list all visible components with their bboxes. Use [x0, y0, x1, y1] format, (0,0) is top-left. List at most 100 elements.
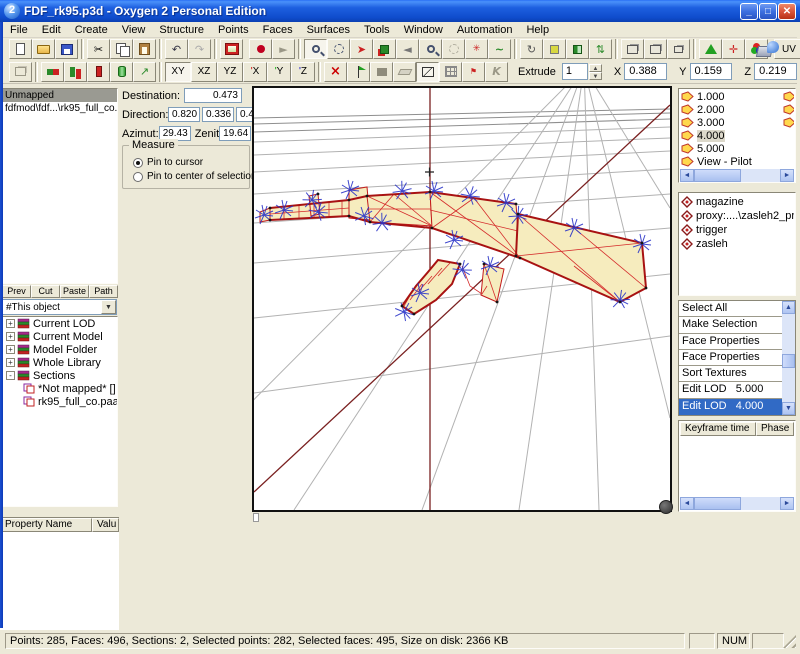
select-flat-button[interactable]: ◄	[396, 39, 419, 59]
expand-icon[interactable]: +	[6, 358, 15, 367]
scroll-right-icon[interactable]: ►	[780, 497, 794, 510]
split-halves-button[interactable]	[566, 39, 589, 59]
scroll-left-icon[interactable]: ◄	[680, 169, 694, 182]
extrude-value[interactable]: 1	[562, 63, 588, 80]
edit-lod-4-action[interactable]: Edit LOD 4.000	[679, 399, 782, 415]
menu-automation[interactable]: Automation	[450, 23, 520, 37]
paste-button[interactable]	[133, 39, 156, 59]
plane-xy-button[interactable]: XY	[165, 62, 191, 82]
tree-item-current-model[interactable]: + Current Model	[3, 330, 117, 343]
path-button[interactable]: Path	[89, 285, 118, 298]
box-scale-button[interactable]	[667, 39, 690, 59]
lod-item-3[interactable]: 3.000	[680, 116, 794, 129]
triangle-info-button[interactable]	[699, 39, 722, 59]
menu-surfaces[interactable]: Surfaces	[300, 23, 357, 37]
tree-item-sections[interactable]: - Sections	[3, 369, 117, 382]
scope-dropdown[interactable]: #This object ▼	[2, 299, 117, 315]
center-square-button[interactable]	[543, 39, 566, 59]
texture-preview-button[interactable]	[220, 39, 243, 59]
stepper-up-icon[interactable]: ▲	[589, 64, 602, 72]
menu-help[interactable]: Help	[519, 23, 556, 37]
tree-item-not-mapped[interactable]: *Not mapped* [] *	[3, 382, 117, 395]
snap-jump-button[interactable]: ↗	[133, 62, 156, 82]
cut-button[interactable]: ✂	[87, 39, 110, 59]
texture-list-item[interactable]: fdfmod\fdf...\rk95_full_co.paa	[3, 102, 117, 115]
tree-item-rk95-texture[interactable]: rk95_full_co.paa [	[3, 395, 117, 408]
new-file-button[interactable]	[9, 39, 32, 59]
lod-item-4[interactable]: 4.000	[680, 129, 794, 142]
select-grow-button[interactable]: ➤	[350, 39, 373, 59]
lod-item-1[interactable]: 1.000	[680, 90, 794, 103]
plane-yz-button[interactable]: YZ	[217, 62, 243, 82]
axis-z-button[interactable]: 'Z	[291, 62, 315, 82]
rotate-object-button[interactable]: ↻	[520, 39, 543, 59]
expand-icon[interactable]: +	[6, 332, 15, 341]
maximize-button[interactable]: □	[759, 3, 777, 20]
paste-path-button[interactable]: Paste	[60, 285, 89, 298]
texture-list-item[interactable]: Unmapped	[3, 89, 117, 102]
coord-z-field[interactable]: 0.219	[754, 63, 797, 80]
play-button[interactable]: ►	[272, 39, 295, 59]
coord-y-field[interactable]: 0.159	[690, 63, 733, 80]
cut-path-button[interactable]: Cut	[31, 285, 60, 298]
objects-mode-button[interactable]	[87, 62, 110, 82]
save-button[interactable]	[55, 39, 78, 59]
stepper-down-icon[interactable]: ▼	[589, 72, 602, 80]
menu-edit[interactable]: Edit	[35, 23, 68, 37]
make-selection-action[interactable]: Make Selection	[679, 317, 782, 333]
vertex-info-button[interactable]: ✛	[722, 39, 745, 59]
selection-item-trigger[interactable]: trigger	[680, 223, 794, 237]
cylinder-mode-button[interactable]	[110, 62, 133, 82]
keyframe-time-header[interactable]: Keyframe time	[680, 422, 756, 436]
resize-grip[interactable]	[783, 635, 796, 648]
normals-flag-button[interactable]: ⚑	[462, 62, 485, 82]
scroll-thumb[interactable]	[782, 354, 795, 368]
selection-item-zasleh[interactable]: zasleh	[680, 237, 794, 251]
scroll-left-icon[interactable]: ◄	[680, 497, 694, 510]
scroll-right-icon[interactable]: ►	[780, 169, 794, 182]
extrude-stepper[interactable]: 1 ▲▼	[562, 63, 602, 80]
menu-tools[interactable]: Tools	[357, 23, 397, 37]
pin-flag-button[interactable]	[347, 62, 370, 82]
exit-run-button[interactable]: K	[485, 62, 508, 82]
menu-create[interactable]: Create	[68, 23, 115, 37]
sort-textures-action[interactable]: Sort Textures	[679, 366, 782, 382]
face-properties-action[interactable]: Face Properties	[679, 350, 782, 366]
pin-to-cursor-option[interactable]: Pin to cursor	[127, 157, 245, 168]
selection-item-magazine[interactable]: magazine	[680, 195, 794, 209]
lod-item-5[interactable]: 5.000	[680, 142, 794, 155]
axis-x-button[interactable]: 'X	[243, 62, 267, 82]
scroll-up-icon[interactable]: ▲	[782, 301, 795, 314]
points-mode-button[interactable]	[41, 62, 64, 82]
menu-file[interactable]: File	[3, 23, 35, 37]
grid-toggle-button[interactable]	[439, 62, 462, 82]
box-rotate-button[interactable]	[644, 39, 667, 59]
redo-button[interactable]: ↷	[188, 39, 211, 59]
scroll-down-icon[interactable]: ▼	[782, 402, 795, 415]
select-zoom-button[interactable]	[304, 39, 327, 59]
menu-window[interactable]: Window	[397, 23, 450, 37]
chevron-down-icon[interactable]: ▼	[101, 300, 116, 314]
action-vscrollbar[interactable]: ▲ ▼	[782, 301, 795, 415]
edit-lod-5-action[interactable]: Edit LOD 5.000	[679, 382, 782, 398]
lod-item-view-pilot[interactable]: View - Pilot	[680, 155, 794, 168]
close-button[interactable]: ✕	[778, 3, 796, 20]
plane-slab-button[interactable]	[393, 62, 416, 82]
menu-faces[interactable]: Faces	[256, 23, 300, 37]
record-button[interactable]	[249, 39, 272, 59]
radio-icon[interactable]	[133, 158, 143, 168]
mirror-flip-button[interactable]: ⇅	[589, 39, 612, 59]
menu-points[interactable]: Points	[211, 23, 256, 37]
wire-box-button[interactable]	[416, 62, 439, 82]
pin-to-center-option[interactable]: Pin to center of selection	[127, 171, 245, 182]
face-properties-action[interactable]: Face Properties	[679, 334, 782, 350]
select-circle-button[interactable]	[442, 39, 465, 59]
keyframe-hscrollbar[interactable]: ◄ ►	[680, 497, 794, 510]
lod-hscrollbar[interactable]: ◄ ►	[680, 169, 794, 182]
select-lasso-button[interactable]	[327, 39, 350, 59]
copy-button[interactable]	[110, 39, 133, 59]
select-all-action[interactable]: Select All	[679, 301, 782, 317]
coord-x-field[interactable]: 0.388	[624, 63, 667, 80]
fill-square-button[interactable]	[370, 62, 393, 82]
expand-icon[interactable]: +	[6, 319, 15, 328]
